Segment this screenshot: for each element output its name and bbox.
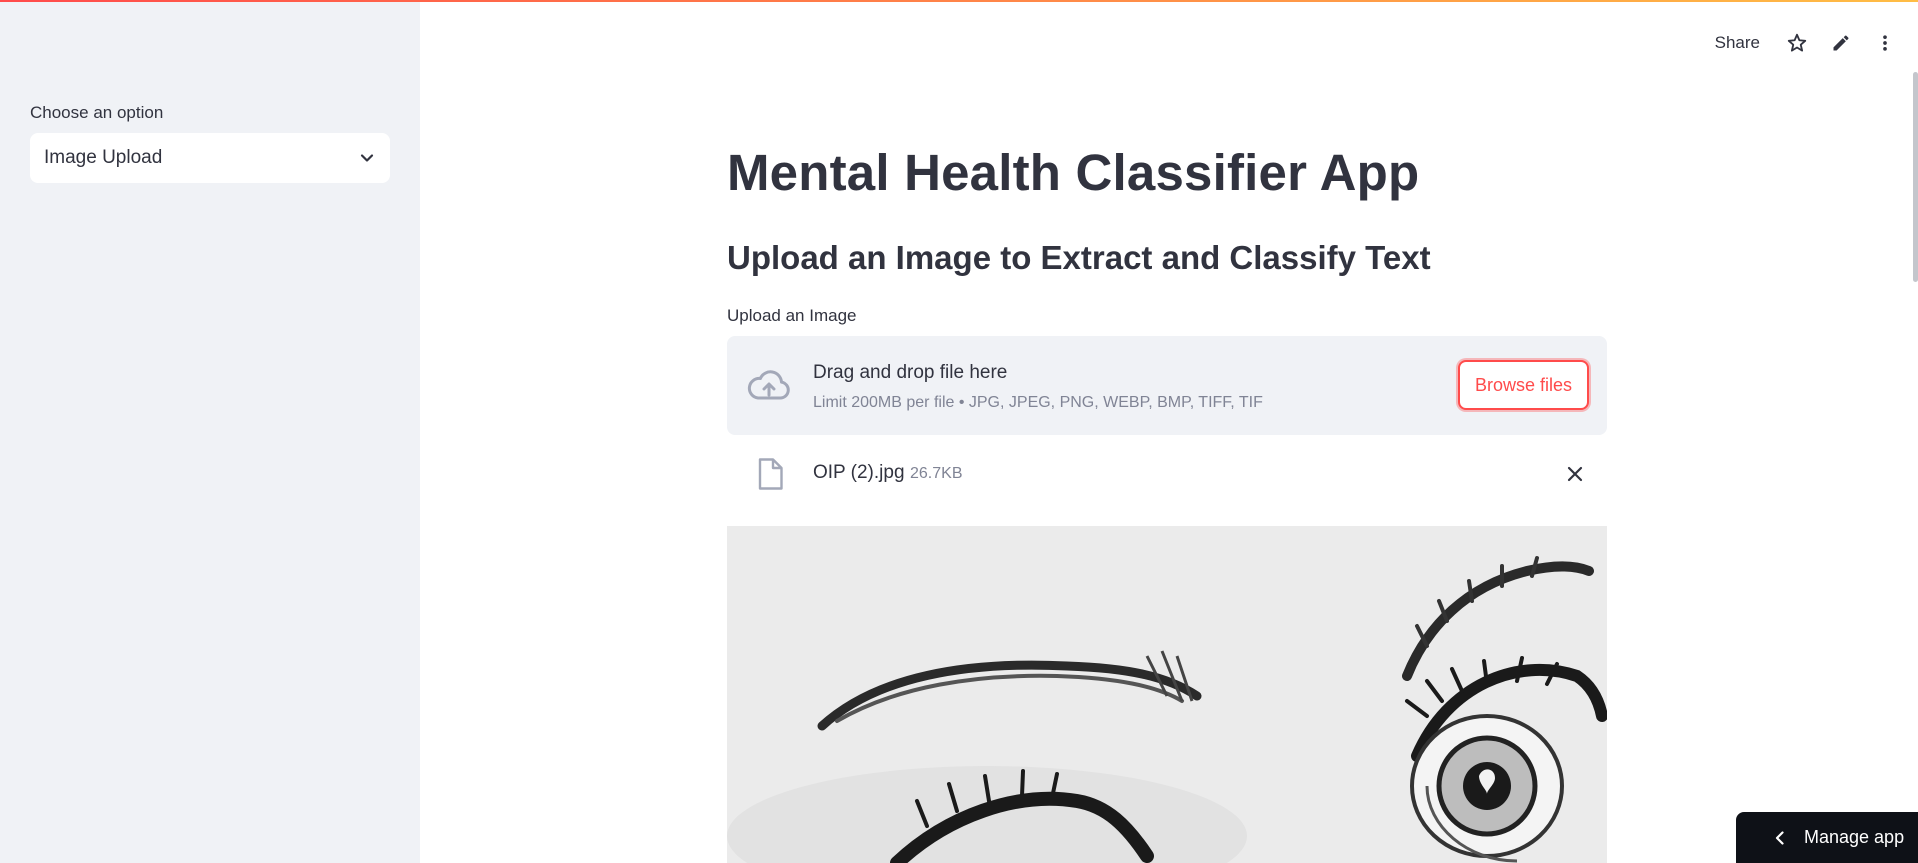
- page-title: Mental Health Classifier App: [727, 144, 1420, 201]
- chevron-left-icon: [1775, 830, 1784, 845]
- share-button[interactable]: Share: [1715, 33, 1760, 53]
- uploaded-file-row: OIP (2).jpg 26.7KB: [727, 452, 1607, 498]
- file-name: OIP (2).jpg: [813, 462, 905, 483]
- star-icon[interactable]: [1786, 32, 1808, 54]
- uploaded-image-preview: [727, 526, 1607, 863]
- pencil-icon[interactable]: [1830, 32, 1852, 54]
- eyes-sketch-image: [727, 526, 1607, 863]
- cloud-upload-icon: [747, 366, 791, 404]
- uploader-label: Upload an Image: [727, 306, 857, 325]
- file-dropzone[interactable]: Drag and drop file here Limit 200MB per …: [727, 336, 1607, 435]
- manage-app-button[interactable]: Manage app: [1736, 812, 1918, 863]
- browse-files-button[interactable]: Browse files: [1458, 360, 1589, 410]
- dropzone-instructions: Drag and drop file here: [813, 362, 1008, 383]
- sidebar: Choose an option Image Upload: [0, 0, 420, 863]
- scrollbar[interactable]: [1913, 72, 1918, 282]
- top-decoration-bar: [0, 0, 1918, 2]
- close-icon[interactable]: [1565, 464, 1585, 484]
- file-icon: [757, 458, 783, 490]
- more-vertical-icon[interactable]: [1874, 32, 1896, 54]
- page-subheader: Upload an Image to Extract and Classify …: [727, 239, 1431, 276]
- header-toolbar: Share: [1715, 26, 1918, 60]
- select-value: Image Upload: [44, 147, 163, 168]
- select-label: Choose an option: [30, 103, 164, 122]
- dropzone-limit-text: Limit 200MB per file • JPG, JPEG, PNG, W…: [813, 394, 1263, 411]
- option-select[interactable]: Image Upload: [30, 133, 390, 183]
- chevron-down-icon: [358, 149, 376, 167]
- manage-app-label: Manage app: [1804, 827, 1905, 847]
- file-size: 26.7KB: [910, 465, 963, 482]
